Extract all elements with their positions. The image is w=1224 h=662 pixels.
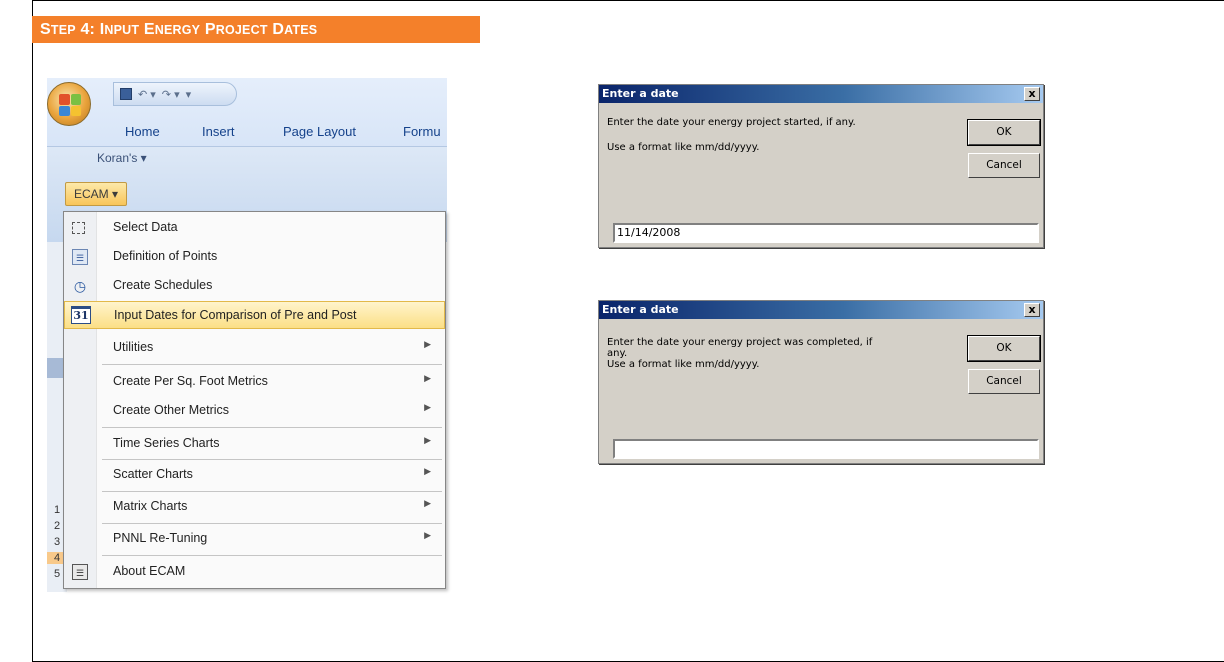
menu-item-pnnl-re-tuning[interactable]: PNNL Re-Tuning ▶ <box>64 525 445 553</box>
menu-separator <box>102 364 442 365</box>
ecam-menu-button[interactable]: ECAM ▾ <box>65 182 127 206</box>
select-data-icon <box>72 222 85 234</box>
menu-item-about-ecam[interactable]: ☰ About ECAM <box>64 558 445 586</box>
ok-button[interactable]: OK <box>967 119 1041 146</box>
menu-separator <box>102 555 442 556</box>
dialog-format-hint: Use a format like mm/dd/yyyy. <box>607 359 760 370</box>
close-icon[interactable]: x <box>1024 87 1040 101</box>
tab-home[interactable]: Home <box>125 124 160 139</box>
office-button[interactable] <box>47 82 91 126</box>
submenu-arrow-icon: ▶ <box>424 373 431 383</box>
end-date-dialog: Enter a date x Enter the date your energ… <box>598 300 1044 464</box>
menu-item-scatter-charts[interactable]: Scatter Charts ▶ <box>64 461 445 489</box>
menu-item-other-metrics[interactable]: Create Other Metrics ▶ <box>64 397 445 425</box>
submenu-arrow-icon: ▶ <box>424 530 431 540</box>
quick-access-toolbar: ↶ ▾ ↷ ▾ ▾ <box>113 82 237 106</box>
date-input[interactable] <box>613 439 1039 459</box>
menu-item-select-data[interactable]: Select Data <box>64 214 445 242</box>
menu-item-time-series-charts[interactable]: Time Series Charts ▶ <box>64 430 445 458</box>
document-icon: ☰ <box>72 564 88 580</box>
menu-item-definition-of-points[interactable]: ☰ Definition of Points <box>64 243 445 271</box>
list-icon: ☰ <box>72 249 88 265</box>
dialog-title: Enter a date <box>599 85 1043 103</box>
office-logo-icon <box>59 94 81 116</box>
dialog-prompt: Enter the date your energy project was c… <box>607 337 873 348</box>
menu-separator <box>102 459 442 460</box>
start-date-dialog: Enter a date x Enter the date your energ… <box>598 84 1044 248</box>
submenu-arrow-icon: ▶ <box>424 402 431 412</box>
dialog-title: Enter a date <box>599 301 1043 319</box>
tab-insert[interactable]: Insert <box>202 124 235 139</box>
clock-icon: ◷ <box>73 278 87 294</box>
menu-item-input-dates[interactable]: 31 Input Dates for Comparison of Pre and… <box>64 301 445 329</box>
submenu-arrow-icon: ▶ <box>424 435 431 445</box>
close-icon[interactable]: x <box>1024 303 1040 317</box>
ribbon-tabs: Home Insert Page Layout Formu <box>47 124 447 146</box>
dialog-format-hint: Use a format like mm/dd/yyyy. <box>607 142 760 153</box>
step-banner: STEP 4: INPUT ENERGY PROJECT DATES <box>32 16 480 43</box>
undo-icon[interactable]: ↶ ▾ <box>138 88 156 101</box>
menu-separator <box>102 491 442 492</box>
cancel-button[interactable]: Cancel <box>968 369 1040 394</box>
date-input[interactable]: 11/14/2008 <box>613 223 1039 243</box>
korans-menu[interactable]: Koran's ▾ <box>97 151 147 165</box>
ecam-dropdown-menu: Select Data ☰ Definition of Points ◷ Cre… <box>63 211 446 589</box>
cancel-button[interactable]: Cancel <box>968 153 1040 178</box>
tab-formulas[interactable]: Formu <box>403 124 441 139</box>
dialog-prompt-cont: any. <box>607 348 628 359</box>
save-icon[interactable] <box>120 88 132 100</box>
redo-icon[interactable]: ↷ ▾ <box>162 88 180 101</box>
menu-separator <box>102 427 442 428</box>
submenu-arrow-icon: ▶ <box>424 339 431 349</box>
tab-page-layout[interactable]: Page Layout <box>283 124 356 139</box>
menu-item-utilities[interactable]: Utilities ▶ <box>64 334 445 362</box>
submenu-arrow-icon: ▶ <box>424 498 431 508</box>
customize-icon[interactable]: ▾ <box>186 88 192 101</box>
menu-item-create-schedules[interactable]: ◷ Create Schedules <box>64 272 445 300</box>
calendar-icon: 31 <box>71 306 91 324</box>
menu-separator <box>102 523 442 524</box>
dialog-prompt: Enter the date your energy project start… <box>607 117 856 128</box>
menu-item-matrix-charts[interactable]: Matrix Charts ▶ <box>64 493 445 521</box>
submenu-arrow-icon: ▶ <box>424 466 431 476</box>
ok-button[interactable]: OK <box>967 335 1041 362</box>
menu-item-per-sq-foot-metrics[interactable]: Create Per Sq. Foot Metrics ▶ <box>64 368 445 396</box>
